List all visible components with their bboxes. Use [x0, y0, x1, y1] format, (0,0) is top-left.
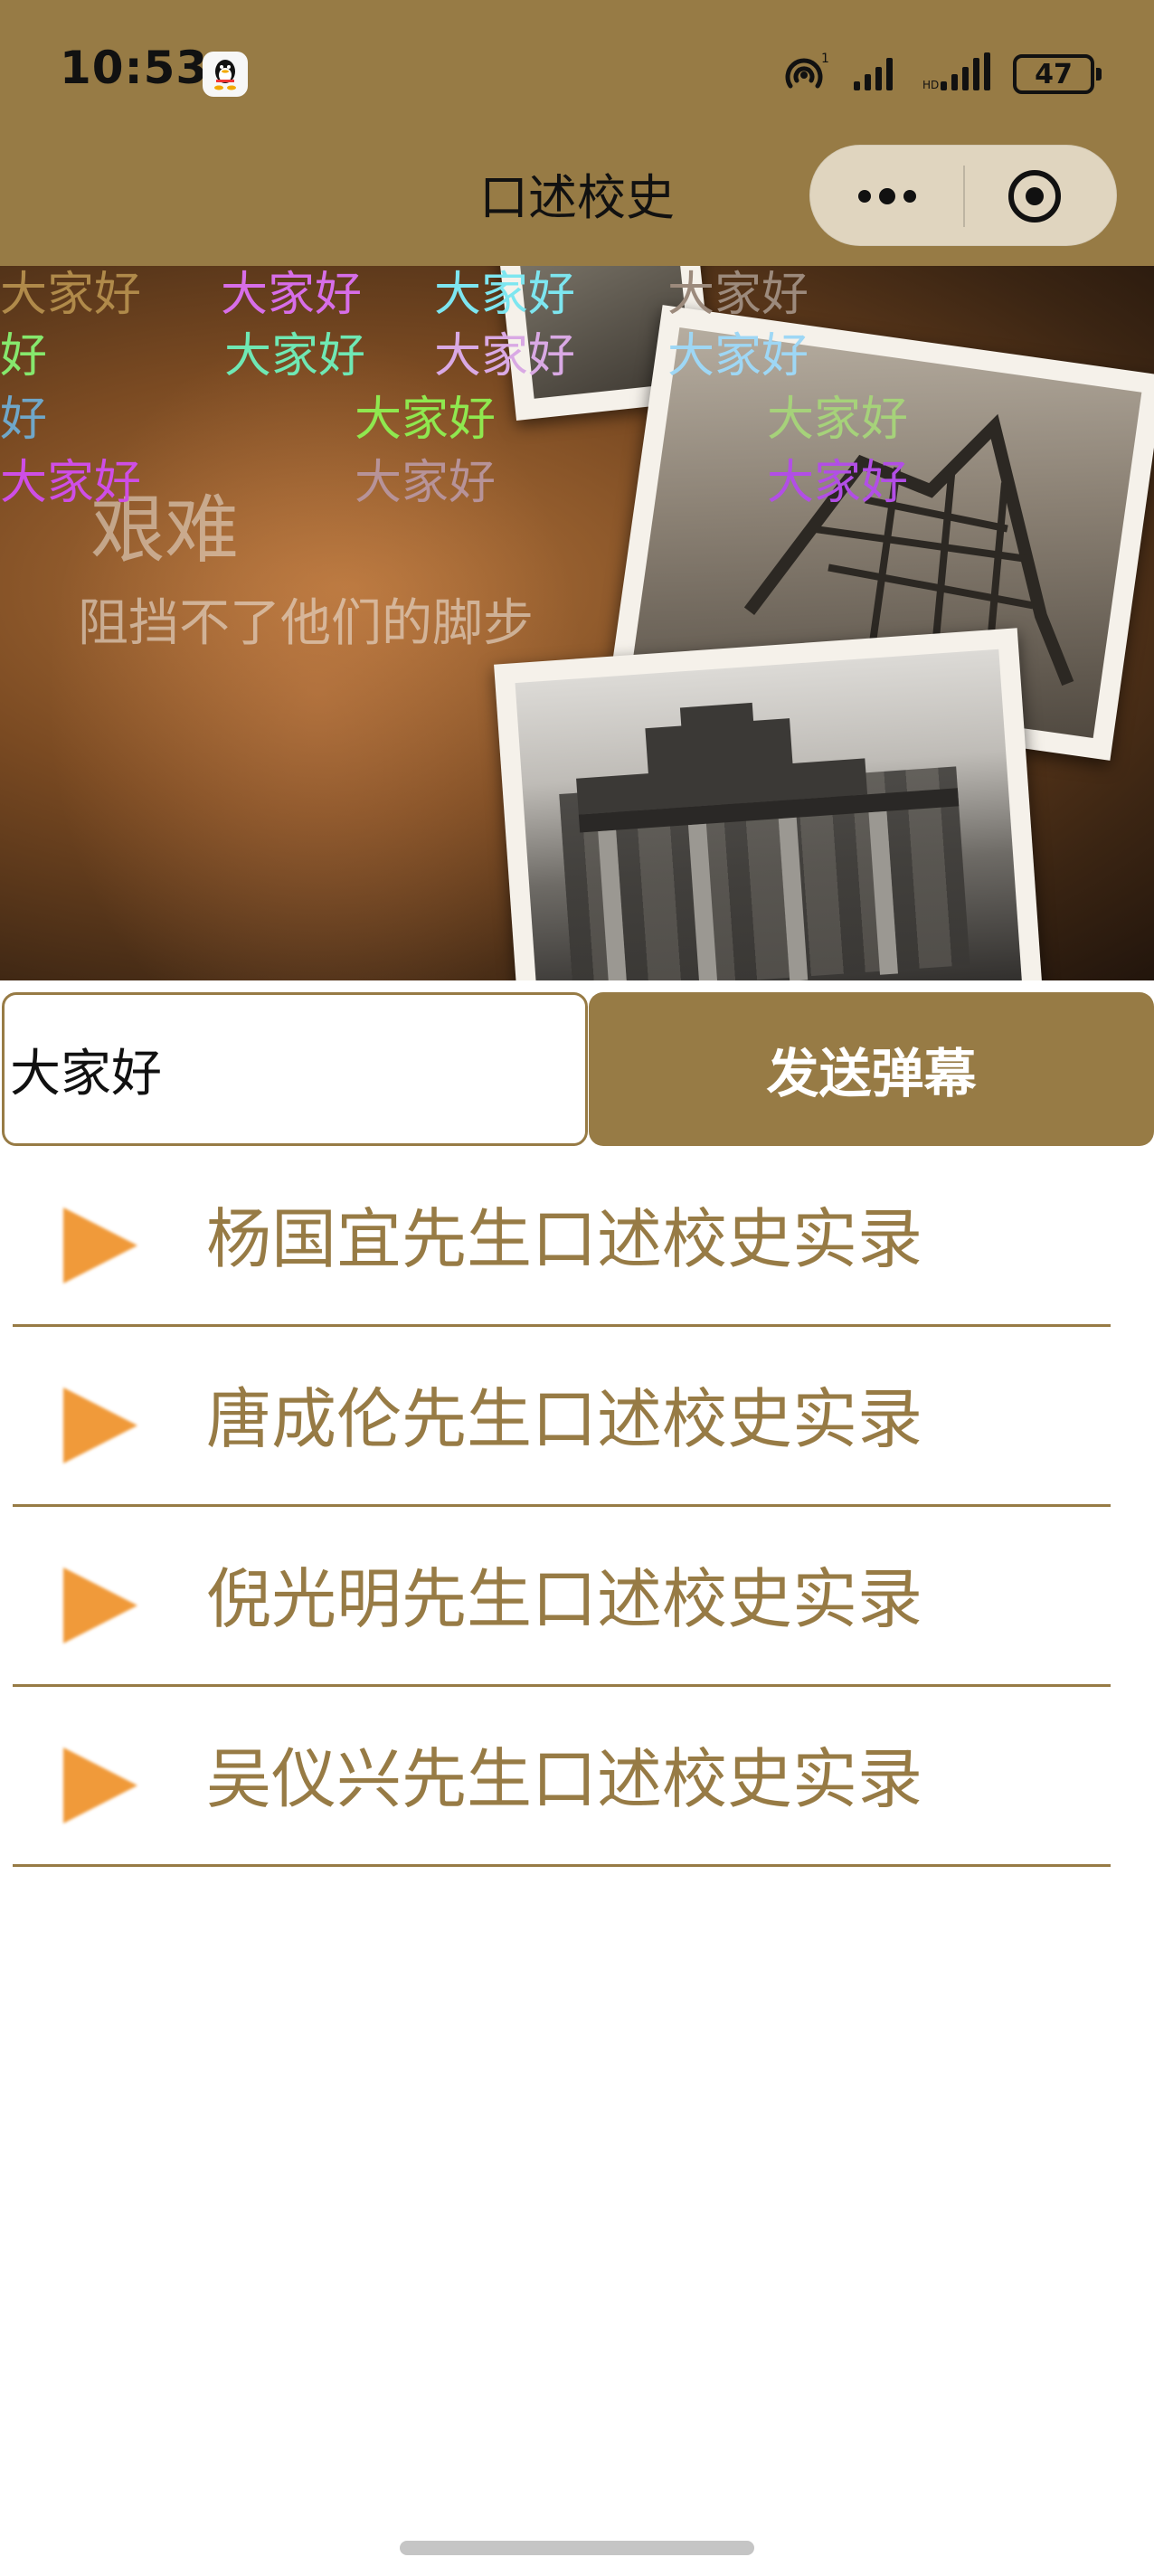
record-title: 唐成伦先生口述校史实录	[206, 1381, 923, 1457]
danmaku-comment: 好	[0, 393, 48, 447]
send-danmaku-button[interactable]: 发送弹幕	[589, 992, 1154, 1146]
photo-building-outline	[576, 702, 960, 980]
danmaku-comment: 大家好	[355, 393, 497, 447]
record-title: 吴仪兴先生口述校史实录	[206, 1741, 923, 1817]
status-icons: 1 HD 47	[781, 50, 1102, 99]
list-item[interactable]: 吴仪兴先生口述校史实录	[0, 1686, 1154, 1867]
danmaku-comment: 大家好	[434, 268, 576, 322]
more-dots-icon	[858, 188, 916, 204]
danmaku-comment: 大家好	[355, 456, 497, 510]
play-icon	[63, 1387, 137, 1463]
list-item[interactable]: 倪光明先生口述校史实录	[0, 1506, 1154, 1687]
mini-program-capsule	[809, 145, 1117, 246]
danmaku-comment: 大家好	[767, 456, 909, 510]
hotspot-icon: 1	[781, 50, 832, 99]
more-button[interactable]	[810, 146, 964, 247]
danmaku-comment: 大家好	[667, 329, 809, 384]
danmaku-comment: 大家好	[224, 329, 366, 384]
status-time: 10:53	[60, 42, 209, 94]
danmaku-comment: 大家好	[0, 456, 142, 510]
list-item[interactable]: 杨国宜先生口述校史实录	[0, 1146, 1154, 1327]
danmaku-comment: 大家好	[0, 268, 142, 322]
battery-icon: 47	[1013, 54, 1102, 94]
danmaku-comment: 大家好	[667, 268, 809, 322]
danmaku-comment: 大家好	[434, 329, 576, 384]
signal-icon	[852, 52, 903, 96]
svg-text:HD: HD	[922, 79, 939, 91]
signal-icon: HD	[922, 52, 993, 96]
play-icon	[63, 1208, 137, 1283]
divider	[13, 1864, 1111, 1867]
video-photo	[494, 628, 1044, 980]
video-player[interactable]: 艰难 阻挡不了他们的脚步 大家好 大家好 大家好 大家好 好 大家好 大家好 大…	[0, 266, 1154, 980]
play-icon	[63, 1567, 137, 1643]
svg-text:1: 1	[821, 52, 829, 66]
record-list: 杨国宜先生口述校史实录 唐成伦先生口述校史实录 倪光明先生口述校史实录 吴仪兴先…	[0, 1146, 1154, 1867]
danmaku-comment: 好	[0, 329, 48, 384]
danmaku-input[interactable]	[2, 992, 588, 1146]
qq-icon	[203, 52, 248, 97]
danmaku-comment: 大家好	[767, 393, 909, 447]
close-button[interactable]	[964, 146, 1118, 247]
header: 10:53 1 HD 47 口述校史	[0, 0, 1154, 266]
danmaku-comment: 大家好	[221, 268, 363, 322]
record-title: 杨国宜先生口述校史实录	[206, 1201, 923, 1277]
list-item[interactable]: 唐成伦先生口述校史实录	[0, 1326, 1154, 1507]
battery-level: 47	[1035, 58, 1073, 90]
close-target-icon	[1008, 170, 1061, 223]
record-title: 倪光明先生口述校史实录	[206, 1561, 923, 1637]
video-overlay-subtitle: 阻挡不了他们的脚步	[78, 594, 534, 653]
home-indicator[interactable]	[400, 2541, 754, 2555]
play-icon	[63, 1747, 137, 1823]
